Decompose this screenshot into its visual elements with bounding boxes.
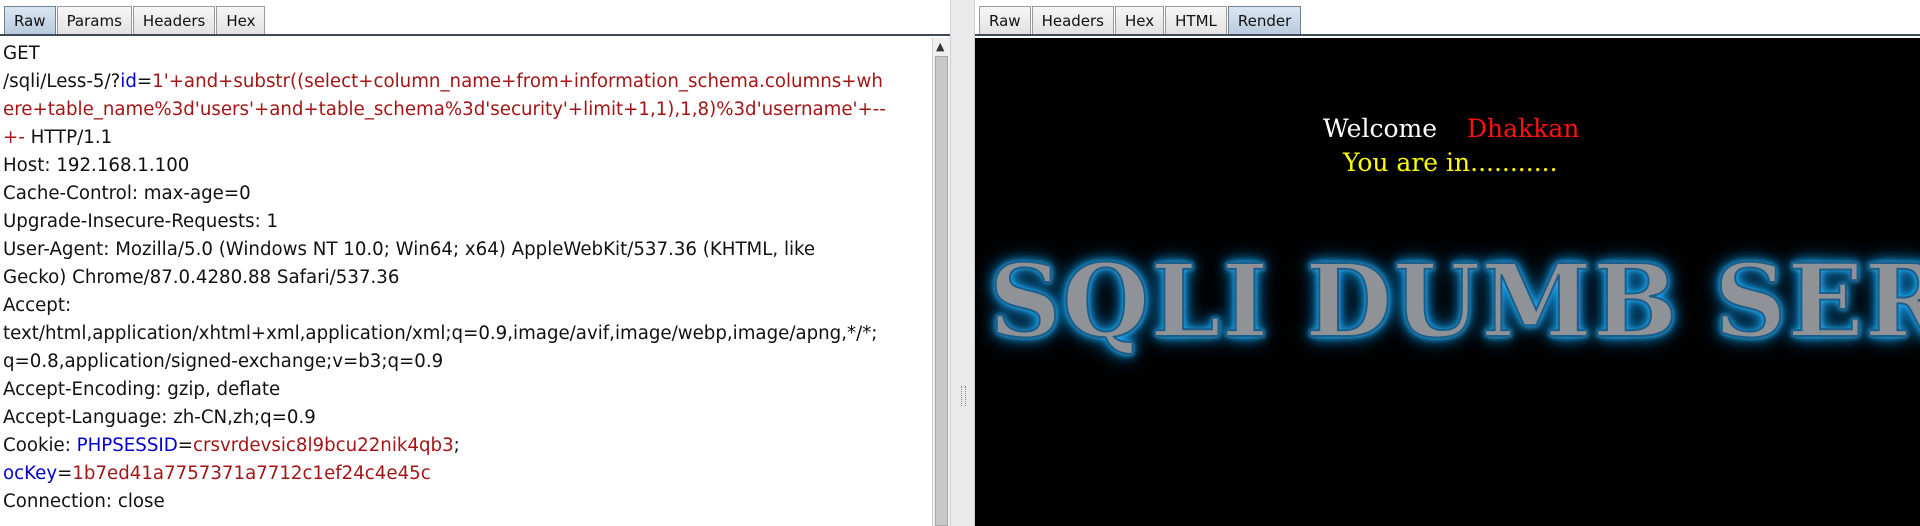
request-token: Gecko) Chrome/87.0.4280.88 Safari/537.36 [3,267,400,288]
request-token: crsvrdevsic8l9bcu22nik4qb3 [193,435,454,456]
request-token: 1b7ed41a7757371a7712c1ef24c4e45c [72,463,431,484]
request-token: Accept: [3,295,72,316]
welcome-line: Welcome Dhakkan [1323,114,1579,143]
response-tab-raw[interactable]: Raw [979,6,1031,34]
scrollbar-thumb[interactable] [935,56,948,526]
request-line: User-Agent: Mozilla/5.0 (Windows NT 10.0… [3,236,930,264]
request-token: = [136,71,153,92]
scroll-up-icon[interactable]: ▲ [936,40,944,53]
request-token: Connection: close [3,491,165,512]
response-tab-render[interactable]: Render [1227,6,1302,34]
request-line: ocKey=1b7ed41a7757371a7712c1ef24c4e45c [3,460,930,488]
response-tab-headers[interactable]: Headers [1031,6,1114,34]
request-line: Accept: [3,292,930,320]
request-line: Cache-Control: max-age=0 [3,180,930,208]
request-token: Host: 192.168.1.100 [3,155,190,176]
request-token: 1'+and+substr((select+column_name+from+i… [152,71,883,92]
request-token: Accept-Encoding: gzip, deflate [3,379,281,400]
request-line: /sqli/Less-5/?id=1'+and+substr((select+c… [3,68,930,96]
pane-splitter[interactable] [950,0,975,526]
request-tab-bar: Raw Params Headers Hex [0,0,950,36]
request-pane: Raw Params Headers Hex GET/sqli/Less-5/?id=… [0,0,950,526]
response-tab-html[interactable]: HTML [1165,6,1227,34]
splitter-grip-icon[interactable] [961,386,966,406]
request-tab-params[interactable]: Params [56,6,132,34]
request-line: Accept-Encoding: gzip, deflate [3,376,930,404]
request-token: /sqli/Less-5/? [3,71,121,92]
request-token: q=0.8,application/signed-exchange;v=b3;q… [3,351,444,372]
request-token: Accept-Language: zh-CN,zh;q=0.9 [3,407,316,428]
request-line: Accept-Language: zh-CN,zh;q=0.9 [3,404,930,432]
request-line: Host: 192.168.1.100 [3,152,930,180]
request-token: +- [3,127,25,148]
response-tab-bar: Raw Headers Hex HTML Render [975,0,1920,36]
request-tab-hex[interactable]: Hex [216,6,266,34]
request-token: = [177,435,193,456]
user-name-text: Dhakkan [1467,114,1580,143]
request-token: id [120,71,137,92]
request-tabs: Raw Params Headers Hex [4,6,266,34]
request-tab-headers[interactable]: Headers [132,6,216,34]
request-line: Gecko) Chrome/87.0.4280.88 Safari/537.36 [3,264,930,292]
request-line: text/html,application/xhtml+xml,applicat… [3,320,930,348]
sqli-dumb-banner: SQLI DUMB SER [988,242,1920,360]
request-token: = [57,463,73,484]
welcome-text: Welcome [1323,114,1438,143]
render-view: Welcome Dhakkan You are in........... SQL… [975,38,1920,526]
request-token: HTTP/1.1 [24,127,113,148]
request-token: ocKey [3,463,58,484]
response-tab-hex[interactable]: Hex [1115,6,1165,34]
request-token: ; [453,435,460,456]
request-token: Upgrade-Insecure-Requests: 1 [3,211,279,232]
request-scrollbar[interactable]: ▲ [932,38,950,526]
request-token: PHPSESSID [76,435,178,456]
request-token: text/html,application/xhtml+xml,applicat… [3,323,878,344]
request-line: Cookie: PHPSESSID=crsvrdevsic8l9bcu22nik… [3,432,930,460]
status-text: You are in........... [1343,148,1558,177]
request-token: ere+table_name%3d'users'+and+table_schem… [3,99,886,120]
request-line: Upgrade-Insecure-Requests: 1 [3,208,930,236]
request-editor[interactable]: GET/sqli/Less-5/?id=1'+and+substr((selec… [0,36,930,526]
request-token: GET [3,43,40,64]
request-line: +- HTTP/1.1 [3,124,930,152]
request-line: GET [3,40,930,68]
request-line: q=0.8,application/signed-exchange;v=b3;q… [3,348,930,376]
response-tabs: Raw Headers Hex HTML Render [979,6,1302,34]
response-pane: Raw Headers Hex HTML Render Welcome Dhakkan Y… [975,0,1920,526]
request-token: Cache-Control: max-age=0 [3,183,251,204]
request-token: Cookie: [3,435,77,456]
request-token: User-Agent: Mozilla/5.0 (Windows NT 10.0… [3,239,816,260]
request-line: Connection: close [3,488,930,516]
request-tab-raw[interactable]: Raw [4,6,56,34]
request-line: ere+table_name%3d'users'+and+table_schem… [3,96,930,124]
